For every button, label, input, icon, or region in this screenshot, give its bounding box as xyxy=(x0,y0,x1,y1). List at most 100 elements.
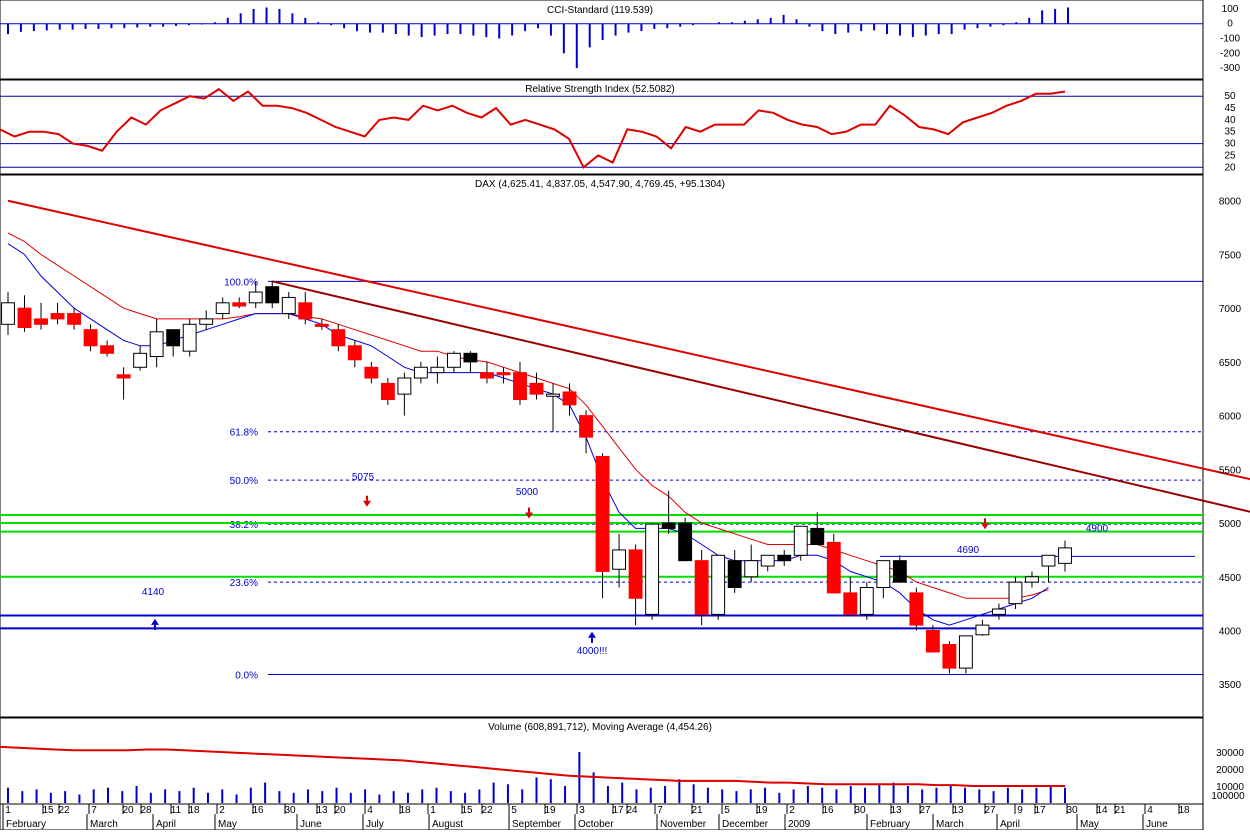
cci-tick-label: -200 xyxy=(1220,48,1240,59)
candle-body xyxy=(265,286,280,304)
x-tick-label: 20 xyxy=(334,805,346,816)
candle-body xyxy=(661,522,676,529)
candle-body xyxy=(100,345,115,354)
volume-tick-label: 20000 xyxy=(1216,765,1244,776)
price-annotation: 4140 xyxy=(142,587,165,598)
price-tick-label: 4500 xyxy=(1219,573,1242,584)
volume-scale-label: 100000 xyxy=(1211,791,1245,802)
volume-title: Volume (608,891,712), Moving Average (4,… xyxy=(488,722,712,733)
price-annotation: 4690 xyxy=(957,545,980,556)
x-tick-label: 21 xyxy=(1114,805,1126,816)
candle-body xyxy=(83,329,98,347)
x-tick-label: 2 xyxy=(789,805,795,816)
candle-body xyxy=(50,313,65,320)
candle-body xyxy=(116,374,131,379)
candle-body xyxy=(645,523,660,615)
candle-body xyxy=(314,323,329,327)
x-tick-label: 22 xyxy=(58,805,70,816)
x-tick-label: 18 xyxy=(1178,805,1190,816)
cci-tick-label: 0 xyxy=(1227,19,1233,30)
candle-body xyxy=(463,352,478,363)
price-tick-label: 5500 xyxy=(1219,465,1242,476)
price-tick-label: 6000 xyxy=(1219,412,1242,423)
price-annotation: 4900 xyxy=(1086,524,1109,535)
x-month-label: February xyxy=(6,819,46,830)
rsi-axis: 50454035302520 xyxy=(1224,91,1236,173)
candle-body xyxy=(215,302,230,315)
candle-body xyxy=(232,302,247,307)
candle-body xyxy=(397,377,412,395)
rsi-tick-label: 20 xyxy=(1224,162,1236,173)
candle-body xyxy=(67,313,82,325)
candle-body xyxy=(546,393,560,397)
candle-body xyxy=(347,345,362,361)
x-tick-label: 1 xyxy=(430,805,436,816)
x-tick-label: 16 xyxy=(822,805,834,816)
candle-body xyxy=(430,366,445,374)
candle-body xyxy=(826,541,841,594)
candle-body xyxy=(793,525,808,556)
price-tick-label: 6500 xyxy=(1219,358,1242,369)
x-tick-label: 4 xyxy=(367,805,373,816)
chart-canvas: CCI-Standard (119.539) 1000-100-200-300 … xyxy=(0,0,1250,831)
price-tick-label: 3500 xyxy=(1219,680,1242,691)
rsi-tick-label: 25 xyxy=(1224,150,1236,161)
candle-body xyxy=(1058,547,1072,564)
volume-axis: 300002000010000100000 xyxy=(1211,748,1245,802)
x-tick-label: 7 xyxy=(91,805,97,816)
candle-body xyxy=(446,352,461,368)
candle-body xyxy=(248,291,263,304)
rsi-title: Relative Strength Index (52.5082) xyxy=(525,84,675,95)
x-axis: 1 15 22 7 20 28 11 18 2 16 30 13 20 4 18 1 15 22 5 19 3 17 24 7… xyxy=(0,803,1204,831)
x-tick-label: 15 xyxy=(42,805,54,816)
rsi-tick-label: 35 xyxy=(1224,127,1236,138)
candle-body xyxy=(859,587,874,615)
fib-label: 50.0% xyxy=(230,476,258,487)
x-tick-label: 4 xyxy=(1147,805,1153,816)
x-tick-label: 7 xyxy=(657,805,663,816)
candle-body xyxy=(727,560,742,589)
candle-body xyxy=(777,554,792,562)
fib-label: 38.2% xyxy=(230,520,258,531)
x-month-label: 2009 xyxy=(788,819,811,830)
candle-body xyxy=(678,522,693,562)
candle-body xyxy=(496,372,511,376)
candle-body xyxy=(331,329,346,347)
x-month-label: October xyxy=(578,819,614,830)
x-tick-label: 15 xyxy=(461,805,473,816)
cci-axis: 100 0 -100 -200 -300 xyxy=(1220,4,1240,74)
candle-body xyxy=(843,592,858,615)
x-month-label: June xyxy=(300,819,322,830)
candle-body xyxy=(942,643,957,669)
price-annotation: 5075 xyxy=(352,472,375,483)
price-tick-label: 7000 xyxy=(1219,304,1242,315)
candle-body xyxy=(694,560,709,615)
x-tick-label: 2 xyxy=(219,805,225,816)
candle-body xyxy=(480,372,494,379)
candle-body xyxy=(182,323,197,352)
cci-tick-label: -300 xyxy=(1220,63,1240,74)
x-tick-label: 3 xyxy=(579,805,585,816)
candle-body xyxy=(909,592,924,626)
x-tick-label: 14 xyxy=(1096,805,1108,816)
volume-tick-label: 30000 xyxy=(1216,748,1244,759)
candle-body xyxy=(364,366,379,379)
x-tick-label: 19 xyxy=(544,805,556,816)
candle-body xyxy=(281,296,296,315)
candle-body xyxy=(298,302,313,320)
x-tick-label: 27 xyxy=(919,805,931,816)
x-month-label: April xyxy=(156,819,176,830)
candle-body xyxy=(380,382,395,401)
x-tick-label: 18 xyxy=(399,805,411,816)
candle-body xyxy=(579,415,593,438)
fib-label: 61.8% xyxy=(230,428,258,439)
candle-body xyxy=(595,455,610,572)
rsi-tick-label: 45 xyxy=(1224,103,1236,114)
candle-body xyxy=(199,318,214,325)
rsi-tick-label: 50 xyxy=(1224,91,1236,102)
candle-body xyxy=(1008,581,1023,605)
price-annotation: 5000 xyxy=(516,487,539,498)
candle-body xyxy=(744,560,759,578)
cci-tick-label: -100 xyxy=(1220,34,1240,45)
cci-title: CCI-Standard (119.539) xyxy=(547,5,653,16)
